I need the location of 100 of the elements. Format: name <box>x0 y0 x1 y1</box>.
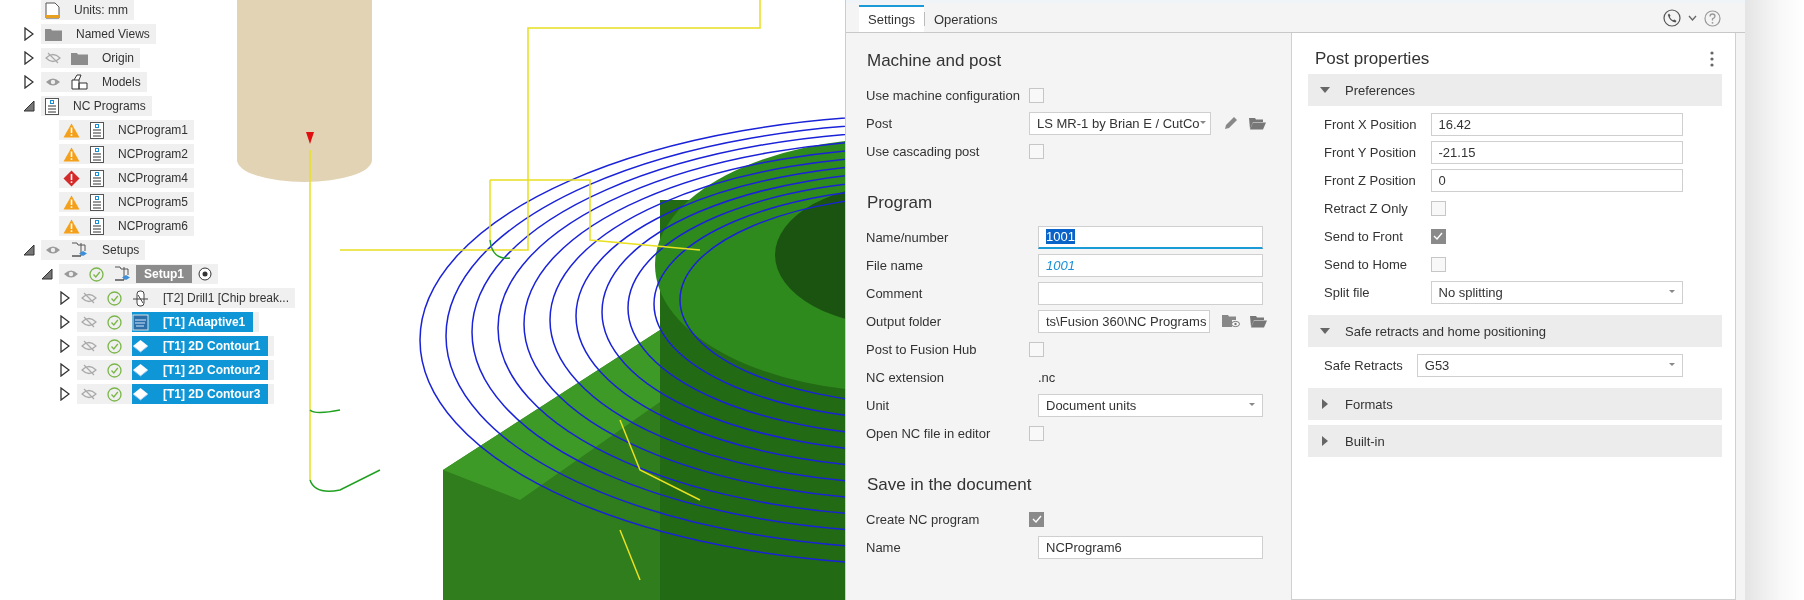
pencil-icon[interactable] <box>1223 115 1239 131</box>
text-field[interactable]: 16.42 <box>1430 112 1683 136</box>
group-title: Built-in <box>1345 433 1385 449</box>
group-header[interactable]: Safe retracts and home positioning <box>1308 315 1722 347</box>
hidden-eye-icon[interactable] <box>81 388 97 400</box>
text-field[interactable] <box>1038 281 1263 305</box>
checkbox[interactable] <box>1029 143 1044 159</box>
caret-icon <box>1669 363 1675 367</box>
program-list-icon <box>90 121 104 139</box>
property-label: Front X Position <box>1324 116 1417 132</box>
post-dropdown[interactable]: LS MR-1 by Brian E / CutCo <box>1029 111 1211 135</box>
checkbox[interactable] <box>1430 256 1446 272</box>
tree-item[interactable]: [T2] Drill1 [Chip break... <box>77 288 296 308</box>
checkbox[interactable] <box>1430 200 1446 216</box>
text-field[interactable]: 1001 <box>1038 253 1263 277</box>
property-label: Send to Home <box>1324 256 1409 272</box>
field-label: Use cascading post <box>866 143 981 159</box>
hidden-eye-icon[interactable] <box>45 52 61 64</box>
caret-icon <box>1249 403 1255 407</box>
section-heading: Machine and post <box>867 51 1002 71</box>
group-header[interactable]: Preferences <box>1308 74 1722 106</box>
expand-arrow-icon[interactable] <box>24 75 34 89</box>
property-label: Send to Front <box>1324 228 1404 244</box>
tree-item[interactable]: Origin <box>41 48 140 68</box>
section-heading: Save in the document <box>867 475 1032 495</box>
field-value: .nc <box>1038 369 1056 385</box>
folder-open-icon[interactable] <box>1250 314 1267 328</box>
expand-arrow-icon <box>1320 436 1330 446</box>
more-options-icon[interactable] <box>1710 50 1714 67</box>
expand-arrow-icon[interactable] <box>60 387 70 401</box>
tree-item-label: NCProgram2 <box>118 147 189 161</box>
tree-item-label: [T1] 2D Contour2 <box>163 363 261 377</box>
text-field[interactable]: -21.15 <box>1430 140 1683 164</box>
checkbox[interactable] <box>1029 87 1044 103</box>
tree-item[interactable]: NCProgram2 <box>59 144 195 164</box>
collapse-arrow-icon[interactable] <box>23 100 35 112</box>
expand-arrow-icon[interactable] <box>24 51 34 65</box>
target-icon[interactable] <box>198 267 212 281</box>
group-header[interactable]: Formats <box>1308 388 1722 420</box>
expand-arrow-icon[interactable] <box>60 315 70 329</box>
tab[interactable]: Operations <box>925 5 1007 32</box>
tab[interactable]: Settings <box>859 5 924 32</box>
expand-arrow-icon[interactable] <box>24 27 34 41</box>
expand-arrow-icon[interactable] <box>60 363 70 377</box>
folder-preview-icon[interactable] <box>1222 314 1240 328</box>
text-field[interactable]: 1001 <box>1038 225 1263 249</box>
output-folder-field[interactable]: ts\Fusion 360\NC Programs <box>1038 309 1210 333</box>
group-header[interactable]: Built-in <box>1308 425 1722 457</box>
tree-item[interactable]: Units: mm <box>41 0 134 20</box>
group-title: Formats <box>1345 396 1393 412</box>
eye-icon[interactable] <box>45 77 61 87</box>
program-list-icon <box>90 145 104 163</box>
tree-item-label: [T2] Drill1 [Chip break... <box>163 291 290 305</box>
help-icon[interactable] <box>1704 9 1721 27</box>
field-label: Comment <box>866 285 924 301</box>
hidden-eye-icon[interactable] <box>81 364 97 376</box>
tree-item[interactable]: NCProgram4 <box>59 168 195 188</box>
tree-item[interactable]: NCProgram6 <box>59 216 195 236</box>
text-field[interactable]: 0 <box>1430 168 1683 192</box>
field-label: Post to Fusion Hub <box>866 341 978 357</box>
text-field[interactable]: NCProgram6 <box>1038 535 1263 559</box>
expand-arrow-icon[interactable] <box>60 339 70 353</box>
eye-icon[interactable] <box>45 245 61 255</box>
chevron-down-icon[interactable] <box>1688 15 1697 21</box>
phone-icon[interactable] <box>1663 9 1681 27</box>
checkbox[interactable] <box>1430 228 1446 244</box>
contour-icon <box>132 362 149 378</box>
tree-item-label: Models <box>102 75 141 89</box>
collapse-arrow-icon[interactable] <box>41 268 53 280</box>
expand-arrow-icon[interactable] <box>60 291 70 305</box>
checkbox[interactable] <box>1029 511 1044 527</box>
group-title: Safe retracts and home positioning <box>1345 323 1546 339</box>
collapse-arrow-icon[interactable] <box>23 244 35 256</box>
folder-open-icon[interactable] <box>1249 116 1266 130</box>
tree-item[interactable]: NCProgram1 <box>59 120 195 140</box>
tree-item[interactable]: Models <box>41 72 147 92</box>
hidden-eye-icon[interactable] <box>81 340 97 352</box>
dropdown[interactable]: G53 <box>1416 353 1683 377</box>
tree-item[interactable]: Setups <box>41 240 146 260</box>
eye-icon[interactable] <box>63 269 79 279</box>
hidden-eye-icon[interactable] <box>81 316 97 328</box>
field-label: Unit <box>866 397 891 413</box>
checkbox[interactable] <box>1029 341 1044 357</box>
collapse-arrow-icon <box>1320 87 1330 93</box>
tree-item[interactable]: Named Views <box>41 24 156 44</box>
tree-item[interactable]: NC Programs <box>41 96 152 116</box>
field-label: Name <box>866 539 902 555</box>
caret-icon <box>1669 290 1675 294</box>
tree-item-label: Setup1 <box>136 265 192 283</box>
hidden-eye-icon[interactable] <box>81 292 97 304</box>
arrow-marker-icon <box>306 132 314 144</box>
section-heading: Program <box>867 193 933 213</box>
property-label: Retract Z Only <box>1324 200 1409 216</box>
checkbox[interactable] <box>1029 425 1044 441</box>
tree-item[interactable]: NCProgram5 <box>59 192 195 212</box>
dropdown[interactable]: Document units <box>1038 393 1263 417</box>
dropdown[interactable]: No splitting <box>1430 280 1683 304</box>
group-title: Preferences <box>1345 82 1416 98</box>
program-list-icon <box>45 97 59 115</box>
property-label: Front Z Position <box>1324 172 1417 188</box>
